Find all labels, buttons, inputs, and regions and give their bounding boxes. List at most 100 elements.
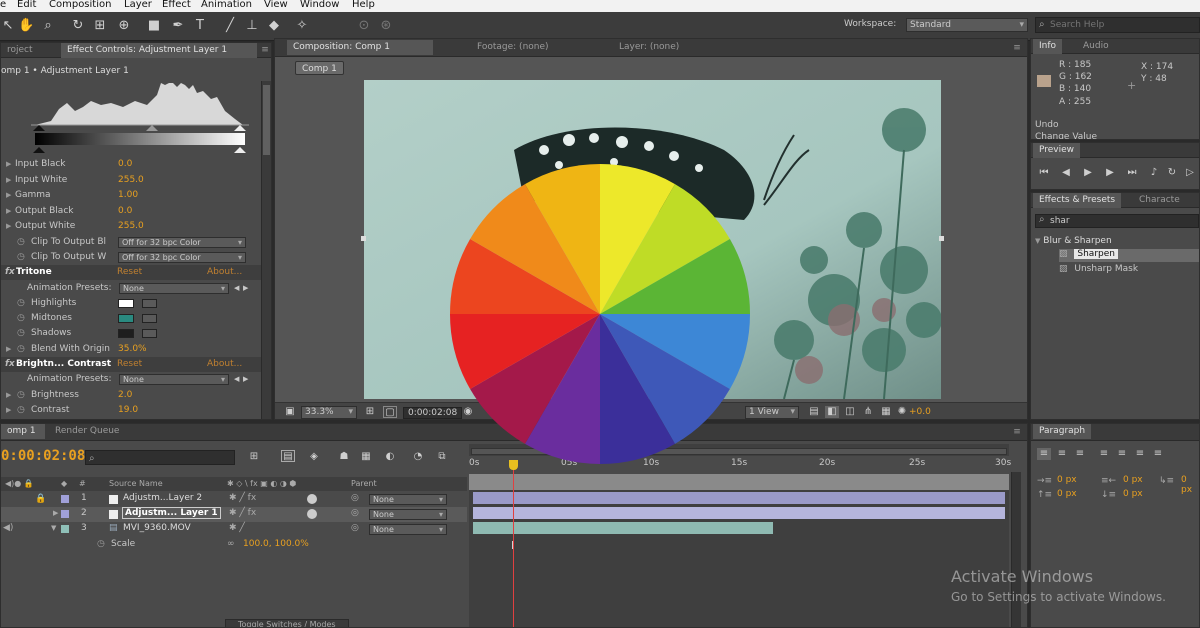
tab-effect-controls[interactable]: Effect Controls: Adjustment Layer 1	[61, 43, 257, 58]
axis-world-icon[interactable]: ⊛	[378, 18, 394, 34]
exposure-icon[interactable]: ✺	[895, 406, 909, 418]
col-parent[interactable]: Parent	[351, 479, 377, 488]
effects-search-input[interactable]	[1035, 214, 1199, 228]
tab-paragraph[interactable]: Paragraph	[1033, 424, 1092, 439]
shy-icon[interactable]: ☗	[337, 451, 351, 463]
type-tool-icon[interactable]: T	[192, 18, 208, 34]
tab-comp-1[interactable]: omp 1	[1, 424, 45, 439]
preset-prev-icon[interactable]: ◀	[234, 281, 239, 296]
flowchart-icon[interactable]: ⋔	[861, 406, 875, 418]
mask-icon[interactable]: ▢	[383, 406, 397, 418]
menu-view[interactable]: View	[264, 0, 288, 10]
menu-window[interactable]: Window	[300, 0, 339, 10]
effect-item-unsharp-mask[interactable]: ▨ Unsharp Mask	[1059, 264, 1199, 277]
prop-value[interactable]: 0.0	[118, 157, 132, 172]
prop-value[interactable]: 35.0%	[118, 342, 147, 357]
constrain-link-icon[interactable]: ∞	[227, 539, 235, 549]
effect-reset-link[interactable]: Reset	[117, 357, 142, 372]
motion-blur-icon[interactable]: ◐	[383, 451, 397, 463]
midtones-swatch[interactable]	[118, 314, 134, 323]
loop-icon[interactable]: ↻	[1165, 167, 1179, 179]
layer-row[interactable]: ▶ 2 Adjustm... Layer 1 ✱ ╱ fx ◎ None	[1, 507, 467, 522]
tab-effects-presets[interactable]: Effects & Presets	[1033, 193, 1122, 208]
exposure-value[interactable]: +0.0	[909, 407, 931, 417]
layer-bar-2[interactable]	[473, 507, 1005, 519]
preset-next-icon[interactable]: ▶	[243, 372, 248, 387]
layer-switches[interactable]: ✱ ╱	[229, 523, 245, 533]
always-preview-icon[interactable]: ▣	[283, 406, 297, 418]
pen-tool-icon[interactable]: ✒	[170, 18, 186, 34]
menu-animation[interactable]: Animation	[201, 0, 252, 10]
effect-reset-link[interactable]: Reset	[117, 265, 142, 280]
zoom-tool-icon[interactable]: ⌕	[40, 18, 56, 34]
hand-tool-icon[interactable]: ✋	[18, 18, 34, 34]
panel-menu-icon[interactable]: ≡	[1011, 427, 1023, 437]
tab-composition[interactable]: Composition: Comp 1	[287, 40, 433, 55]
layer-row[interactable]: ◀) ▼ 3 ▤ MVI_9360.MOV ✱ ╱ ◎ None	[1, 522, 467, 537]
parent-pickwhip-icon[interactable]: ◎	[351, 523, 359, 533]
eyedropper-icon[interactable]	[142, 329, 157, 338]
tab-preview[interactable]: Preview	[1033, 143, 1081, 158]
current-time-indicator[interactable]	[513, 460, 514, 627]
effect-tritone-header[interactable]: fx Tritone Reset About...	[1, 265, 261, 280]
clone-tool-icon[interactable]: ⊥	[244, 18, 260, 34]
layer-name[interactable]: Adjustm... Layer 1	[122, 507, 221, 519]
camera-tool-icon[interactable]: ⊞	[92, 18, 108, 34]
tab-audio[interactable]: Audio	[1077, 39, 1115, 54]
layer-name[interactable]: MVI_9360.MOV	[123, 523, 191, 533]
toggle-pixel-icon[interactable]: ▤	[807, 406, 821, 418]
prop-value[interactable]: 0.0	[118, 204, 132, 219]
label-swatch[interactable]	[61, 510, 69, 518]
label-swatch[interactable]	[61, 495, 69, 503]
timeline-timecode[interactable]: 0:00:02:08	[1, 448, 85, 464]
scale-value[interactable]: 100.0, 100.0%	[243, 539, 309, 549]
highlights-swatch[interactable]	[118, 299, 134, 308]
justify-all-icon[interactable]: ≡	[1151, 448, 1165, 460]
stopwatch-icon[interactable]: ◷	[17, 296, 25, 311]
menu-effect[interactable]: Effect	[162, 0, 191, 10]
frame-handle-right[interactable]	[939, 236, 944, 241]
first-frame-icon[interactable]: ⏮	[1037, 167, 1051, 179]
menu-file[interactable]: e	[0, 0, 6, 10]
last-frame-icon[interactable]: ⏭	[1125, 167, 1139, 179]
stopwatch-icon[interactable]: ◷	[17, 250, 25, 265]
collapse-triangle-icon[interactable]: ▼	[51, 524, 56, 532]
frame-blend-icon[interactable]: ▦	[359, 451, 373, 463]
rectangle-tool-icon[interactable]: ■	[146, 18, 162, 34]
next-frame-icon[interactable]: ▶	[1103, 167, 1117, 179]
stopwatch-icon[interactable]: ◷	[17, 311, 25, 326]
expand-triangle-icon[interactable]: ▶	[53, 509, 58, 517]
audio-icon[interactable]: ♪	[1147, 167, 1161, 179]
graph-editor-icon[interactable]: ⧉	[435, 451, 449, 463]
preset-next-icon[interactable]: ▶	[243, 281, 248, 296]
fast-preview-icon[interactable]: ◧	[825, 406, 839, 418]
eyedropper-icon[interactable]	[142, 314, 157, 323]
align-center-icon[interactable]: ≡	[1055, 448, 1069, 460]
tab-render-queue[interactable]: Render Queue	[49, 424, 125, 439]
tab-character[interactable]: Characte	[1133, 193, 1186, 208]
live-update-icon[interactable]: ▤	[281, 450, 295, 462]
prop-value[interactable]: 2.0	[118, 388, 132, 403]
effect-about-link[interactable]: About...	[207, 357, 242, 372]
stopwatch-icon[interactable]: ◷	[17, 235, 25, 250]
prev-frame-icon[interactable]: ◀	[1059, 167, 1073, 179]
comp-navigator-chip[interactable]: Comp 1	[295, 61, 344, 75]
clip-white-dropdown[interactable]: Off for 32 bpc Color	[118, 252, 246, 263]
tab-project[interactable]: roject	[1, 43, 39, 58]
category-blur-sharpen[interactable]: ▼ Blur & Sharpen	[1035, 236, 1112, 246]
audio-icon[interactable]: ◀)	[3, 523, 13, 533]
prop-value[interactable]: 1.00	[118, 188, 138, 203]
adjustment-switch-icon[interactable]	[307, 509, 317, 519]
preset-prev-icon[interactable]: ◀	[234, 372, 239, 387]
parent-dropdown[interactable]: None	[369, 509, 447, 520]
workspace-dropdown[interactable]: Standard	[906, 18, 1028, 32]
indent-right-value[interactable]: 0 px	[1123, 475, 1143, 485]
space-before-value[interactable]: 0 px	[1057, 489, 1077, 499]
justify-center-icon[interactable]: ≡	[1115, 448, 1129, 460]
parent-dropdown[interactable]: None	[369, 494, 447, 505]
timeline-search-input[interactable]	[85, 450, 235, 465]
stopwatch-icon[interactable]: ◷	[17, 326, 25, 341]
col-source-name[interactable]: Source Name	[109, 479, 163, 488]
frame-handle-left[interactable]	[361, 236, 366, 241]
puppet-tool-icon[interactable]: ✧	[294, 18, 310, 34]
